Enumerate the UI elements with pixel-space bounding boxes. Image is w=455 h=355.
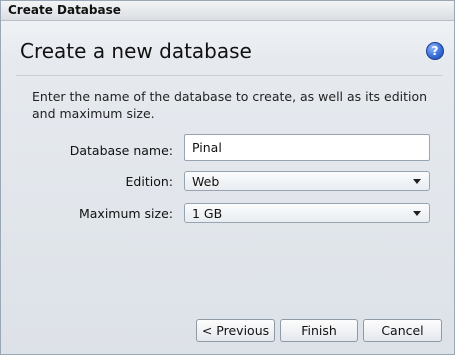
heading-separator bbox=[16, 75, 443, 76]
help-icon[interactable]: ? bbox=[426, 42, 444, 60]
edition-select[interactable]: Web bbox=[184, 171, 430, 191]
edition-selected-value: Web bbox=[192, 174, 220, 189]
database-name-input[interactable]: Pinal bbox=[184, 134, 430, 161]
help-glyph: ? bbox=[431, 44, 439, 58]
database-name-label: Database name: bbox=[69, 143, 173, 158]
previous-button[interactable]: < Previous bbox=[196, 319, 275, 342]
finish-button[interactable]: Finish bbox=[280, 319, 358, 342]
chevron-down-icon bbox=[413, 179, 421, 184]
maximum-size-select[interactable]: 1 GB bbox=[184, 203, 430, 223]
page-heading: Create a new database bbox=[20, 39, 252, 63]
chevron-down-icon bbox=[413, 211, 421, 216]
maximum-size-selected-value: 1 GB bbox=[192, 206, 223, 221]
title-bar: Create Database bbox=[1, 1, 454, 21]
edition-label: Edition: bbox=[125, 174, 173, 189]
create-database-dialog: Create Database Create a new database ? … bbox=[0, 0, 455, 355]
cancel-button[interactable]: Cancel bbox=[363, 319, 442, 342]
window-title: Create Database bbox=[8, 3, 121, 17]
maximum-size-label: Maximum size: bbox=[78, 206, 173, 221]
description-text: Enter the name of the database to create… bbox=[32, 89, 428, 121]
